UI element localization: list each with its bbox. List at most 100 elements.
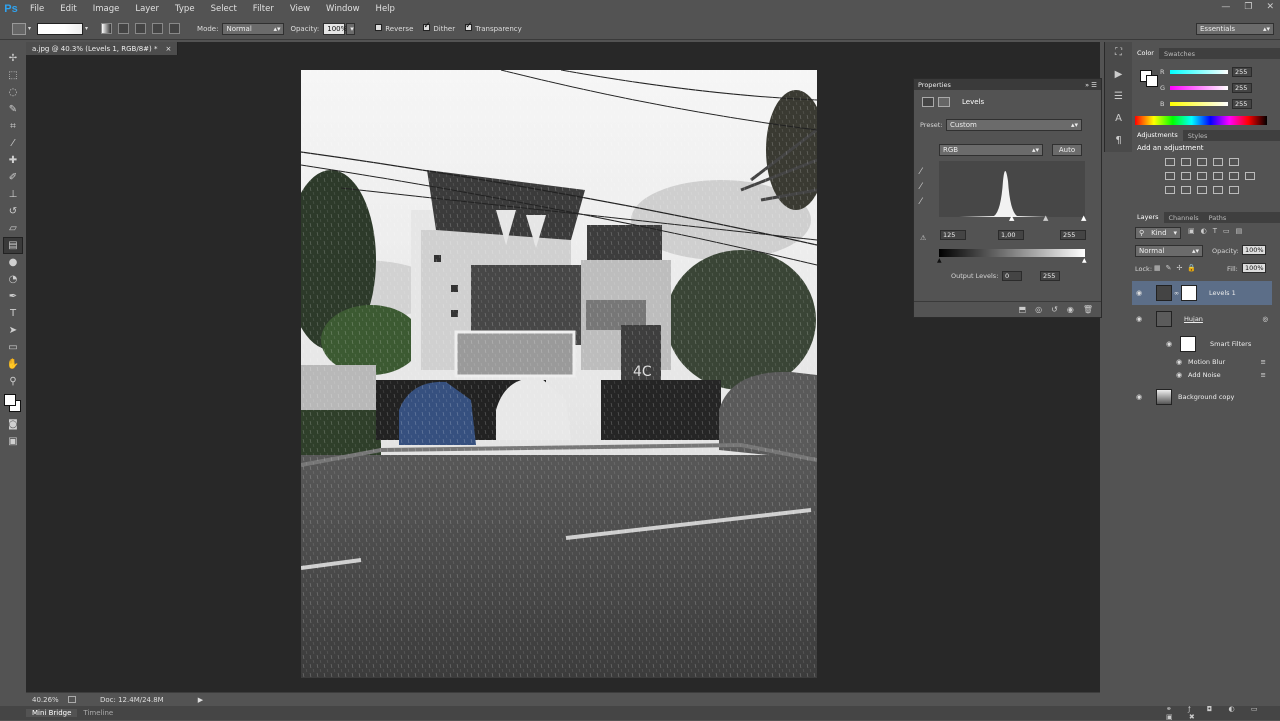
clip-to-layer-icon[interactable]: ⬒: [1019, 305, 1027, 314]
blend-mode-select[interactable]: Normal ▴▾: [1135, 245, 1203, 257]
pen-tool-icon[interactable]: ✒: [3, 288, 23, 305]
menu-filter[interactable]: Filter: [245, 4, 282, 14]
r-field[interactable]: 255: [1232, 67, 1252, 77]
channel-mixer-icon[interactable]: [1229, 172, 1239, 180]
tab-channels[interactable]: Channels: [1164, 214, 1204, 222]
menu-window[interactable]: Window: [318, 4, 368, 14]
workspace-select[interactable]: Essentials ▴▾: [1196, 23, 1274, 35]
eraser-tool-icon[interactable]: ▱: [3, 220, 23, 237]
properties-icon[interactable]: ☰: [1105, 86, 1132, 108]
gradient-tool-icon[interactable]: ▤: [3, 237, 23, 254]
document-image[interactable]: 4C: [301, 70, 817, 678]
opacity-input[interactable]: 100%: [323, 22, 347, 35]
filter-add-noise[interactable]: ◉ Add Noise ≡: [1132, 369, 1272, 381]
clip-warning-icon[interactable]: ⚠: [920, 234, 926, 242]
document-tab[interactable]: a.jpg @ 40.3% (Levels 1, RGB/8#) * ×: [26, 42, 179, 55]
foreground-color-swatch[interactable]: [4, 394, 16, 406]
type-tool-icon[interactable]: T: [3, 305, 23, 322]
lasso-tool-icon[interactable]: ◌: [3, 84, 23, 101]
vibrance-icon[interactable]: [1229, 158, 1239, 166]
zoom-level[interactable]: 40.26%: [32, 696, 62, 704]
layer-hujan[interactable]: ◉ Hujan ◎: [1132, 308, 1272, 330]
diamond-gradient-icon[interactable]: [169, 23, 181, 34]
close-icon[interactable]: ✕: [1266, 2, 1274, 12]
b-field[interactable]: 255: [1232, 99, 1252, 109]
color-lookup-icon[interactable]: [1245, 172, 1255, 180]
white-point-slider[interactable]: ▲: [1081, 214, 1086, 222]
input-black-field[interactable]: 125: [940, 230, 966, 240]
output-black-slider[interactable]: ▲: [937, 257, 942, 264]
linear-gradient-icon[interactable]: [101, 23, 113, 34]
actions-icon[interactable]: ▶: [1105, 64, 1132, 86]
character-icon[interactable]: A: [1105, 108, 1132, 130]
tab-timeline[interactable]: Timeline: [77, 709, 119, 717]
output-white-slider[interactable]: ▲: [1082, 257, 1087, 264]
dither-checkbox[interactable]: Dither: [423, 21, 455, 33]
menu-view[interactable]: View: [282, 4, 318, 14]
tab-layers[interactable]: Layers: [1132, 212, 1164, 223]
trash-icon[interactable]: 🗑: [1083, 305, 1093, 314]
menu-image[interactable]: Image: [85, 4, 128, 14]
tab-mini-bridge[interactable]: Mini Bridge: [26, 709, 78, 717]
brightness-icon[interactable]: [1165, 158, 1175, 166]
eye-icon[interactable]: ◉: [1134, 315, 1144, 323]
restore-icon[interactable]: ❐: [1244, 2, 1252, 12]
layer-filter-icons[interactable]: ▣◐T▭▤: [1188, 227, 1248, 235]
brush-tool-icon[interactable]: ✐: [3, 169, 23, 186]
tab-adjustments[interactable]: Adjustments: [1132, 130, 1183, 141]
gamma-slider[interactable]: ▲: [1043, 214, 1048, 222]
link-icon[interactable]: ∞: [1174, 290, 1179, 297]
r-slider[interactable]: [1170, 70, 1228, 74]
hand-tool-icon[interactable]: ✋: [3, 356, 23, 373]
stamp-tool-icon[interactable]: ⊥: [3, 186, 23, 203]
play-arrow-icon[interactable]: ▶: [198, 696, 203, 704]
eyedropper-tool-icon[interactable]: ⁄: [3, 135, 23, 152]
healing-tool-icon[interactable]: ✚: [3, 152, 23, 169]
minimize-icon[interactable]: —: [1221, 2, 1230, 12]
tab-paths[interactable]: Paths: [1204, 214, 1232, 222]
export-icon[interactable]: [68, 696, 76, 703]
blending-options-icon[interactable]: ≡: [1261, 358, 1266, 366]
layer-filter-kind[interactable]: ⚲ Kind ▾: [1135, 227, 1181, 239]
marquee-tool-icon[interactable]: ⬚: [3, 67, 23, 84]
fill-field[interactable]: 100%: [1242, 263, 1266, 273]
bg-color-chip[interactable]: [1146, 75, 1158, 87]
layer-footer-icons[interactable]: ⚭ ƒ ◘ ◐ ▭ ▣ ✖: [1160, 705, 1280, 721]
eye-icon[interactable]: ◉: [1134, 393, 1144, 401]
gradient-swatch[interactable]: [37, 22, 84, 35]
eye-icon[interactable]: ◉: [1164, 340, 1174, 348]
threshold-icon[interactable]: [1197, 186, 1207, 194]
history-icon[interactable]: ⛶: [1105, 42, 1132, 64]
levels-adj-icon[interactable]: [1181, 158, 1191, 166]
tab-swatches[interactable]: Swatches: [1159, 50, 1200, 58]
selective-color-icon[interactable]: [1229, 186, 1239, 194]
output-white-field[interactable]: 255: [1040, 271, 1060, 281]
photo-filter-icon[interactable]: [1213, 172, 1223, 180]
visibility-icon[interactable]: ◉: [1067, 305, 1074, 314]
g-slider[interactable]: [1170, 86, 1228, 90]
gray-eyedropper-icon[interactable]: ⁄: [920, 180, 922, 195]
tab-styles[interactable]: Styles: [1183, 132, 1213, 140]
zoom-tool-icon[interactable]: ⚲: [3, 373, 23, 390]
chevron-down-icon[interactable]: ▾: [28, 25, 31, 32]
menu-file[interactable]: File: [22, 4, 52, 14]
curves-icon[interactable]: [1197, 158, 1207, 166]
opacity-slider-button[interactable]: ▾: [346, 22, 356, 35]
black-white-icon[interactable]: [1197, 172, 1207, 180]
color-swatches[interactable]: [0, 390, 26, 416]
smart-filters-row[interactable]: ◉ Smart Filters: [1132, 334, 1272, 354]
color-spectrum-ramp[interactable]: [1135, 116, 1267, 125]
dodge-tool-icon[interactable]: ◔: [3, 271, 23, 288]
mask-icon[interactable]: [938, 97, 950, 107]
white-eyedropper-icon[interactable]: ⁄: [920, 195, 922, 210]
layer-mask-thumb[interactable]: [1181, 285, 1197, 301]
tab-color[interactable]: Color: [1132, 48, 1159, 59]
output-black-field[interactable]: 0: [1002, 271, 1022, 281]
preset-select[interactable]: Custom ▴▾: [946, 119, 1082, 131]
gradient-map-icon[interactable]: [1213, 186, 1223, 194]
blur-tool-icon[interactable]: ●: [3, 254, 23, 271]
blending-options-icon[interactable]: ≡: [1261, 371, 1266, 379]
posterize-icon[interactable]: [1181, 186, 1191, 194]
shape-tool-icon[interactable]: ▭: [3, 339, 23, 356]
move-tool-icon[interactable]: ✢: [3, 50, 23, 67]
